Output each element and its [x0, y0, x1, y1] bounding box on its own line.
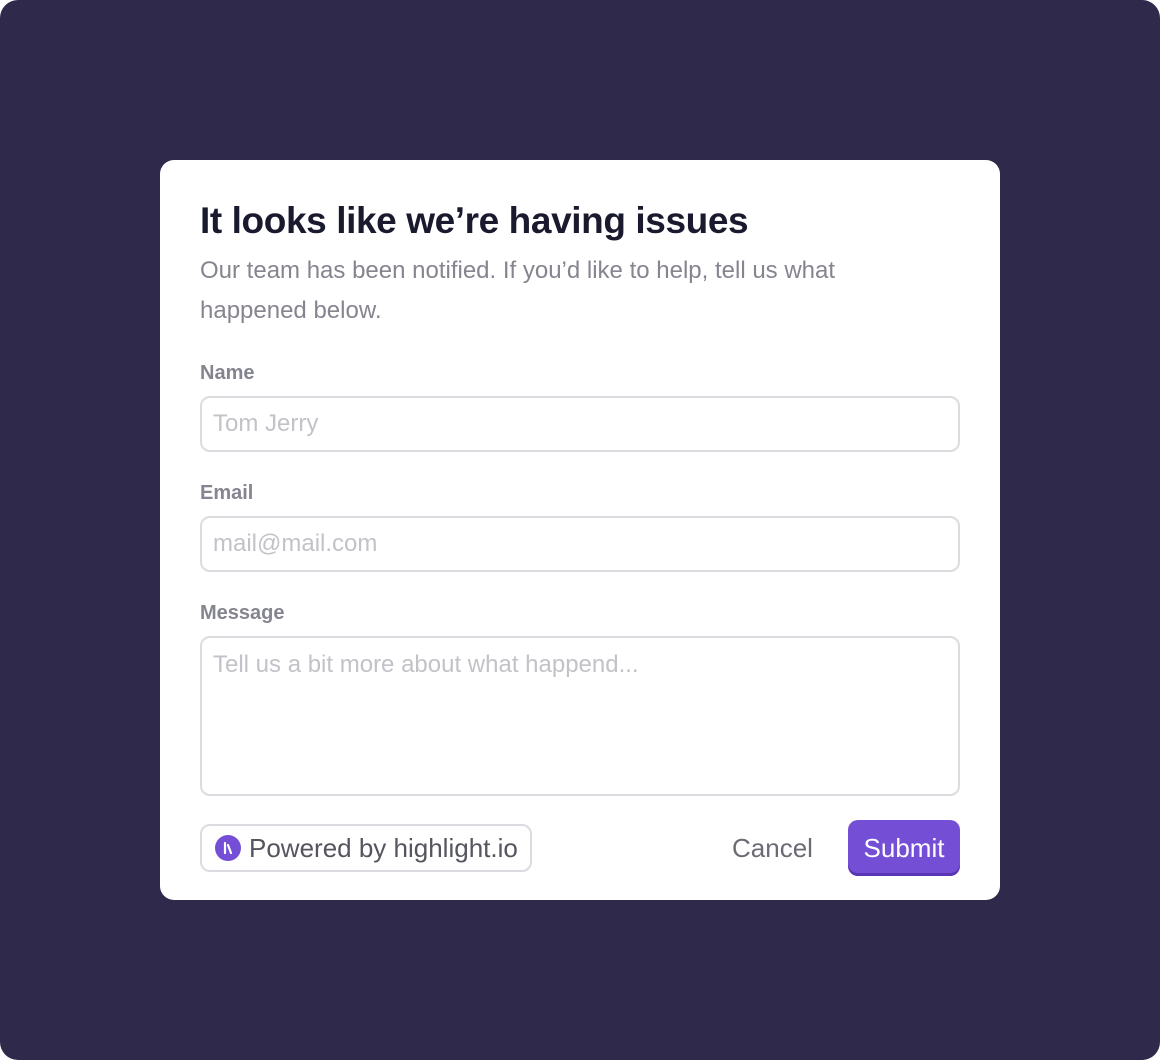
cancel-button[interactable]: Cancel — [722, 824, 823, 872]
modal-backdrop: It looks like we’re having issues Our te… — [0, 0, 1160, 1060]
name-label: Name — [200, 362, 255, 384]
dialog-subtitle: Our team has been notified. If you’d lik… — [200, 257, 836, 324]
message-textarea[interactable] — [200, 636, 960, 796]
powered-by-link[interactable]: Powered by highlight.io — [200, 824, 532, 872]
message-label: Message — [200, 602, 285, 624]
submit-button[interactable]: Submit — [848, 820, 960, 876]
highlight-logo-icon — [215, 835, 241, 861]
feedback-dialog: It looks like we’re having issues Our te… — [160, 160, 1000, 900]
powered-by-text: Powered by highlight.io — [249, 832, 518, 863]
dialog-title: It looks like we’re having issues — [200, 200, 749, 241]
email-label: Email — [200, 482, 254, 504]
email-input[interactable] — [200, 516, 960, 572]
name-input[interactable] — [200, 396, 960, 452]
